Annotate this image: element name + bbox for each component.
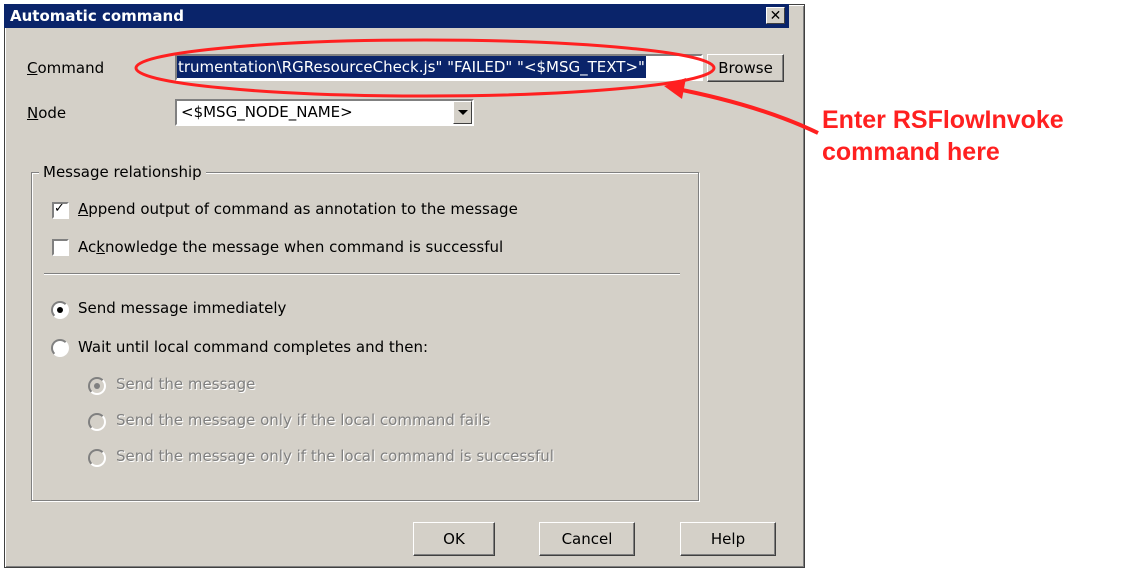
highlight-ellipse: [134, 38, 716, 98]
annotation-arrow-line: [671, 86, 819, 135]
annotation-line-2: command here: [822, 138, 1000, 166]
annotation-line-1: Enter RSFlowInvoke: [822, 106, 1064, 134]
annotation-text: Enter RSFlowInvoke command here: [822, 104, 1064, 168]
annotation-overlay: [134, 38, 819, 135]
